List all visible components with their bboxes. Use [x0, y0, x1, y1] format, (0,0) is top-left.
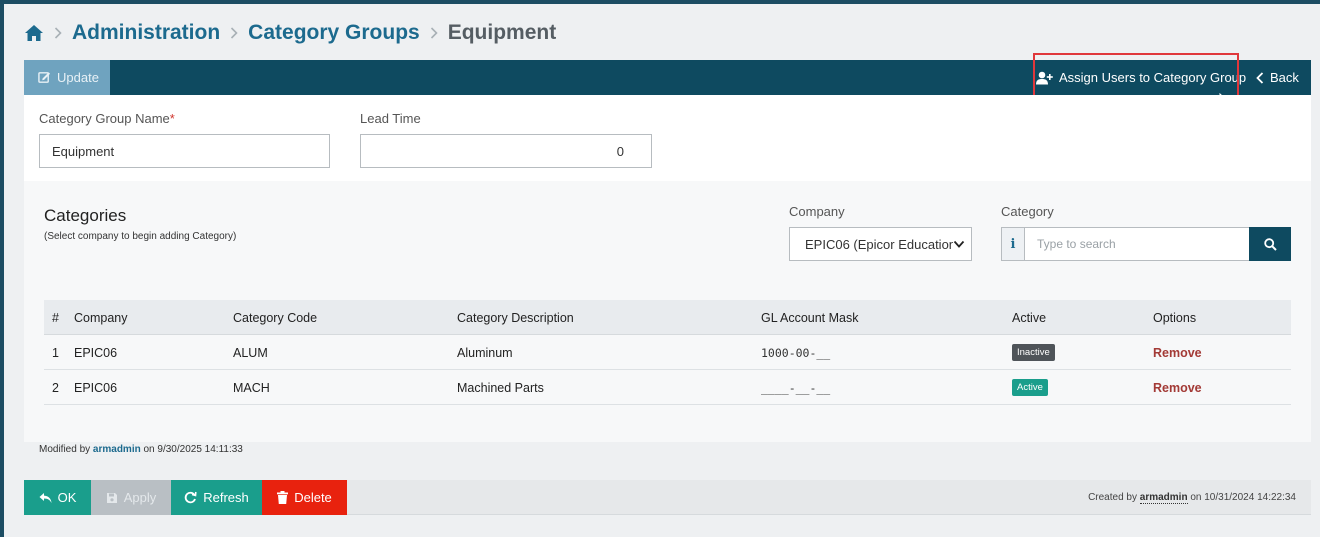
created-prefix: Created by — [1088, 492, 1137, 503]
status-badge: Active — [1012, 379, 1048, 396]
company-select[interactable]: EPIC06 (Epicor Education — [789, 227, 972, 261]
modified-user-link[interactable]: armadmin — [93, 444, 141, 455]
update-label: Update — [57, 70, 99, 85]
update-button[interactable]: Update — [24, 60, 110, 95]
row-company: EPIC06 — [74, 345, 118, 360]
header-options: Options — [1153, 310, 1197, 325]
footer-bar: OK Apply Refresh Delete Created by armad… — [24, 480, 1311, 515]
row-category-description: Aluminum — [457, 345, 513, 360]
header-company: Company — [74, 310, 128, 325]
window-top-border — [0, 0, 1320, 4]
modified-suffix: on 9/30/2025 14:11:33 — [143, 444, 243, 455]
row-active-cell: Active — [1012, 370, 1048, 405]
created-suffix: on 10/31/2024 14:22:34 — [1190, 492, 1296, 503]
category-group-name-label: Category Group Name* — [39, 111, 175, 126]
created-user-link[interactable]: armadmin — [1139, 492, 1188, 504]
breadcrumb-category-groups[interactable]: Category Groups — [248, 21, 420, 45]
row-number: 2 — [52, 380, 59, 395]
row-options-cell: Remove — [1153, 370, 1202, 405]
table-header-row: # Company Category Code Category Descrip… — [44, 300, 1291, 335]
breadcrumb-current: Equipment — [447, 21, 557, 44]
remove-link[interactable]: Remove — [1153, 346, 1202, 360]
refresh-icon — [184, 491, 197, 504]
ok-button[interactable]: OK — [24, 480, 91, 515]
delete-label: Delete — [294, 490, 332, 505]
status-badge: Inactive — [1012, 344, 1055, 361]
chevron-right-icon — [430, 27, 438, 39]
category-label: Category — [1001, 204, 1054, 219]
row-company: EPIC06 — [74, 380, 118, 395]
row-gl-account-mask: ____-__-__ — [761, 380, 831, 395]
created-info: Created by armadmin on 10/31/2024 14:22:… — [1088, 480, 1296, 515]
company-selected-value: EPIC06 (Epicor Education — [805, 236, 957, 252]
row-category-code: ALUM — [233, 345, 268, 360]
category-search-input[interactable] — [1024, 227, 1250, 261]
back-button[interactable]: Back — [1256, 60, 1299, 95]
reply-icon — [39, 492, 52, 503]
table-row: 2 EPIC06 MACH Machined Parts ____-__-__ … — [44, 370, 1291, 405]
search-icon — [1263, 237, 1277, 251]
chevron-right-icon — [231, 27, 238, 39]
apply-button[interactable]: Apply — [91, 480, 171, 515]
table-row: 1 EPIC06 ALUM Aluminum 1000-00-__ Inacti… — [44, 335, 1291, 370]
header-category-code: Category Code — [233, 310, 318, 325]
modified-prefix: Modified by — [39, 444, 91, 455]
breadcrumb: Administration Category Groups Equipment — [24, 20, 556, 46]
category-group-name-label-text: Category Group Name — [39, 111, 170, 126]
ok-label: OK — [57, 490, 77, 505]
categories-title: Categories — [44, 206, 127, 225]
header-number: # — [52, 310, 59, 325]
delete-button[interactable]: Delete — [262, 480, 347, 515]
row-options-cell: Remove — [1153, 335, 1202, 370]
header-category-description: Category Description — [457, 310, 574, 325]
search-button[interactable] — [1249, 227, 1291, 261]
edit-icon — [38, 72, 51, 83]
home-icon[interactable] — [24, 23, 44, 43]
remove-link[interactable]: Remove — [1153, 381, 1202, 395]
lead-time-label: Lead Time — [360, 111, 421, 126]
row-gl-account-mask: 1000-00-__ — [761, 345, 831, 360]
row-category-description: Machined Parts — [457, 380, 544, 395]
info-icon: i — [1001, 227, 1025, 261]
apply-label: Apply — [123, 490, 157, 505]
trash-icon — [277, 491, 289, 504]
required-mark: * — [169, 111, 175, 126]
window-left-border — [0, 0, 4, 537]
row-active-cell: Inactive — [1012, 335, 1055, 370]
row-number: 1 — [52, 345, 59, 360]
back-label: Back — [1270, 70, 1299, 85]
modified-info: Modified by armadmin on 9/30/2025 14:11:… — [39, 444, 243, 455]
category-group-name-input[interactable] — [39, 134, 330, 168]
company-label: Company — [789, 204, 845, 219]
chevron-right-icon — [54, 27, 62, 39]
breadcrumb-administration[interactable]: Administration — [72, 21, 220, 45]
category-search-group: i — [1001, 227, 1291, 261]
chevron-down-icon — [953, 238, 965, 250]
row-category-code: MACH — [233, 380, 270, 395]
header-gl-account-mask: GL Account Mask — [761, 310, 859, 325]
categories-table: # Company Category Code Category Descrip… — [44, 300, 1291, 405]
header-active: Active — [1012, 310, 1047, 325]
categories-subtitle: (Select company to begin adding Category… — [44, 231, 237, 242]
save-icon — [106, 492, 117, 503]
lead-time-input[interactable] — [360, 134, 652, 168]
refresh-label: Refresh — [203, 490, 249, 505]
refresh-button[interactable]: Refresh — [171, 480, 262, 515]
chevron-left-icon — [1256, 71, 1264, 84]
